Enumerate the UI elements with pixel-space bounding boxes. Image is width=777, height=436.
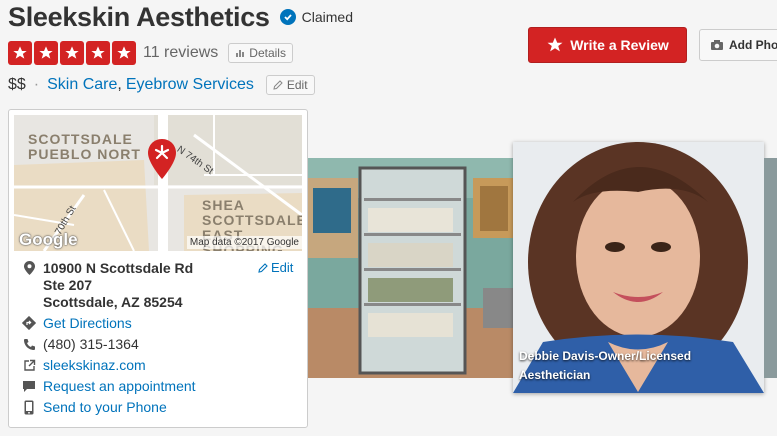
- verified-check-icon: [279, 9, 296, 25]
- send-to-phone-link[interactable]: Send to your Phone: [43, 399, 167, 415]
- category-link-eyebrow-services[interactable]: Eyebrow Services: [126, 76, 254, 94]
- address-line: Scottsdale, AZ 85254: [43, 294, 183, 310]
- category-separator: ,: [117, 76, 122, 93]
- category-link-skin-care[interactable]: Skin Care: [47, 76, 117, 94]
- business-name: Sleekskin Aesthetics: [8, 1, 270, 32]
- business-photo-partial[interactable]: [764, 158, 777, 378]
- edit-label: Edit: [286, 78, 308, 92]
- claimed-label: Claimed: [301, 9, 353, 25]
- write-review-button[interactable]: Write a Review: [528, 27, 687, 63]
- directions-row[interactable]: Get Directions: [21, 315, 132, 331]
- mobile-phone-icon: [21, 399, 37, 415]
- phone-row: (480) 315-1364: [21, 336, 139, 352]
- message-icon: [21, 378, 37, 394]
- star-icon: [34, 41, 58, 65]
- pencil-icon: [273, 80, 283, 90]
- rating-row: 11 reviews Details: [8, 41, 293, 65]
- send-to-phone-row[interactable]: Send to your Phone: [21, 399, 167, 415]
- map[interactable]: SCOTTSDALE PUEBLO NORT SHEA SCOTTSDALE E…: [14, 115, 302, 251]
- price-range: $$: [8, 76, 26, 93]
- details-button[interactable]: Details: [228, 43, 293, 63]
- request-appointment-link[interactable]: Request an appointment: [43, 378, 196, 394]
- address-block: 10900 N Scottsdale Rd Ste 207 Scottsdale…: [21, 260, 193, 311]
- address: 10900 N Scottsdale Rd Ste 207 Scottsdale…: [43, 260, 193, 311]
- store-photo-image: [308, 158, 514, 378]
- map-attribution: Map data ©2017 Google: [186, 236, 302, 249]
- location-marker-icon: [21, 260, 37, 276]
- external-link-icon: [21, 357, 37, 373]
- map-pin-icon[interactable]: [147, 138, 177, 180]
- star-icon: [60, 41, 84, 65]
- map-area-label: SCOTTSDALE PUEBLO NORT: [28, 131, 141, 162]
- map-card: SCOTTSDALE PUEBLO NORT SHEA SCOTTSDALE E…: [8, 109, 308, 428]
- separator-dot: ·: [33, 76, 40, 93]
- website-row[interactable]: sleekskinaz.com: [21, 357, 146, 373]
- star-icon: [86, 41, 110, 65]
- website-link[interactable]: sleekskinaz.com: [43, 357, 146, 373]
- star-rating: [8, 41, 136, 65]
- write-review-label: Write a Review: [570, 37, 669, 53]
- edit-label: Edit: [271, 260, 294, 275]
- address-line: Ste 207: [43, 277, 93, 293]
- business-photo-store[interactable]: [308, 158, 514, 378]
- add-photo-button[interactable]: Add Pho: [699, 29, 777, 61]
- address-line: 10900 N Scottsdale Rd: [43, 260, 194, 276]
- title-row: Sleekskin Aesthetics Claimed: [8, 0, 353, 34]
- category-row: $$ · Skin Care , Eyebrow Services Edit: [8, 74, 315, 96]
- star-icon: [547, 37, 563, 52]
- appointment-row[interactable]: Request an appointment: [21, 378, 196, 394]
- edit-address-link[interactable]: Edit: [258, 260, 293, 275]
- camera-icon: [711, 40, 723, 50]
- photo-caption: Debbie Davis-Owner/Licensed Aesthetician: [519, 349, 692, 382]
- get-directions-link[interactable]: Get Directions: [43, 315, 132, 331]
- google-logo: Google: [19, 230, 78, 249]
- directions-icon: [21, 315, 37, 331]
- star-icon: [8, 41, 32, 65]
- pencil-icon: [258, 262, 268, 273]
- phone-number: (480) 315-1364: [43, 336, 139, 352]
- details-label: Details: [249, 46, 286, 60]
- bar-chart-icon: [236, 50, 245, 57]
- add-photo-label: Add Pho: [729, 38, 777, 52]
- featured-photo[interactable]: Debbie Davis-Owner/Licensed Aesthetician: [513, 142, 764, 393]
- edit-categories-button[interactable]: Edit: [265, 75, 315, 95]
- star-icon: [112, 41, 136, 65]
- review-count[interactable]: 11 reviews: [143, 44, 218, 62]
- phone-icon: [21, 336, 37, 352]
